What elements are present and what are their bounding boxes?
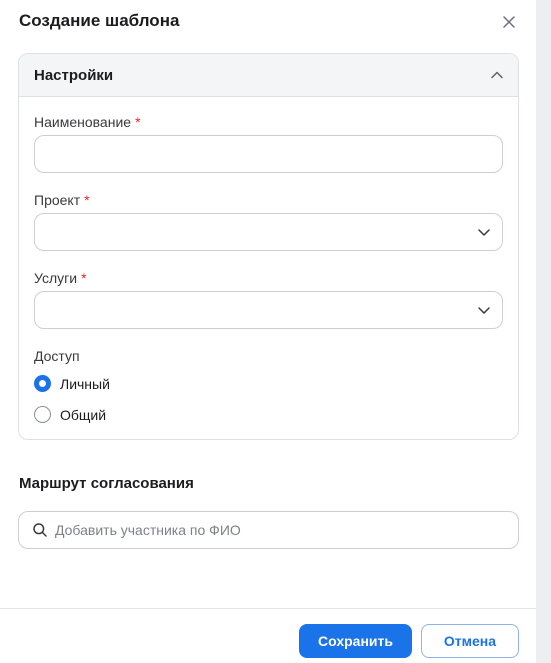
services-label: Услуги *: [34, 270, 87, 286]
footer-divider: [0, 608, 536, 609]
dialog-title: Создание шаблона: [19, 11, 180, 30]
required-mark: *: [84, 192, 90, 208]
chevron-down-icon: [478, 229, 490, 236]
search-icon: [33, 523, 47, 537]
radio-unchecked-icon[interactable]: [34, 406, 51, 423]
approval-route-title: Маршрут согласования: [19, 475, 194, 492]
participant-search-input[interactable]: Добавить участника по ФИО: [18, 511, 519, 549]
project-label: Проект *: [34, 192, 90, 208]
settings-header[interactable]: Настройки: [19, 54, 518, 97]
settings-title: Настройки: [34, 66, 114, 84]
name-label: Наименование *: [34, 114, 141, 130]
chevron-up-icon: [491, 71, 503, 79]
close-button[interactable]: [498, 11, 520, 33]
services-select[interactable]: [34, 291, 503, 329]
radio-label: Личный: [60, 375, 110, 392]
close-icon: [503, 16, 515, 28]
chevron-down-icon: [478, 307, 490, 314]
cancel-button[interactable]: Отмена: [421, 624, 519, 658]
services-label-text: Услуги: [34, 270, 78, 286]
template-dialog: Создание шаблона Настройки Наименование *…: [0, 0, 536, 663]
radio-checked-icon[interactable]: [34, 375, 51, 392]
settings-section: Настройки Наименование * Проект * Услуги * …: [18, 53, 519, 440]
project-label-text: Проект: [34, 192, 81, 208]
radio-label: Общий: [60, 406, 107, 423]
save-button[interactable]: Сохранить: [299, 624, 412, 658]
access-option-personal[interactable]: Личный: [34, 375, 110, 392]
name-label-text: Наименование: [34, 114, 132, 130]
access-option-shared[interactable]: Общий: [34, 406, 106, 423]
scrollbar[interactable]: [536, 0, 551, 663]
project-select[interactable]: [34, 213, 503, 251]
search-placeholder: Добавить участника по ФИО: [55, 522, 241, 538]
access-label: Доступ: [34, 348, 80, 364]
required-mark: *: [81, 270, 87, 286]
required-mark: *: [135, 114, 141, 130]
name-input[interactable]: [34, 135, 503, 173]
